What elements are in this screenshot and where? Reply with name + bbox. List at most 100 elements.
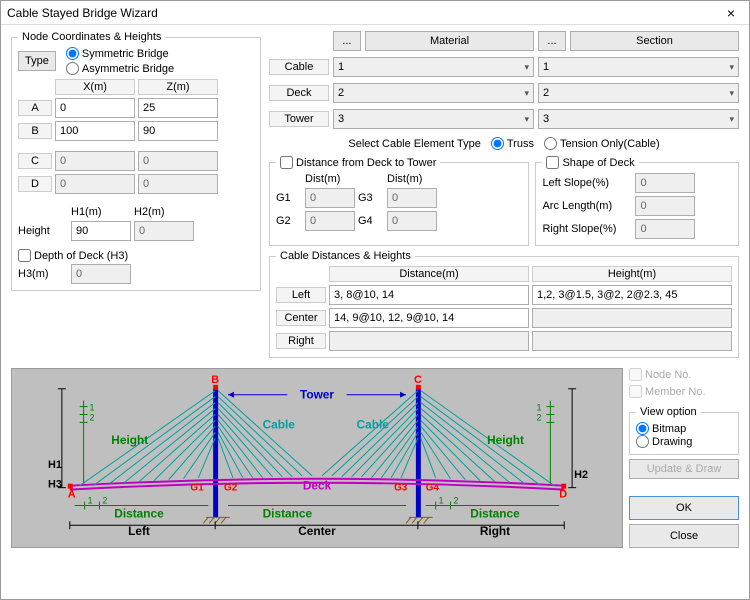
svg-text:Distance: Distance: [263, 506, 313, 520]
wizard-window: Cable Stayed Bridge Wizard × Node Coordi…: [0, 0, 750, 600]
chevron-down-icon: ▾: [524, 88, 529, 99]
h3-header: H3(m): [18, 268, 68, 280]
deck-label: Deck: [269, 85, 329, 101]
a-x-input[interactable]: [55, 98, 135, 118]
h1-input[interactable]: [71, 221, 131, 241]
svg-text:A: A: [68, 489, 76, 501]
cable-dist-legend: Cable Distances & Heights: [276, 250, 415, 262]
arc-length-input: [635, 196, 695, 216]
view-option-legend: View option: [636, 406, 701, 418]
svg-text:2: 2: [537, 412, 542, 422]
right-height-input: [532, 331, 732, 351]
deck-section-combo[interactable]: 2▾: [538, 83, 739, 103]
svg-text:Distance: Distance: [114, 506, 164, 520]
left-distance-input[interactable]: [329, 285, 529, 305]
right-distance-input: [329, 331, 529, 351]
node-no-check: Node No.: [629, 368, 739, 381]
chevron-down-icon: ▾: [729, 62, 734, 73]
asymmetric-radio[interactable]: Asymmetric Bridge: [66, 62, 174, 75]
svg-text:Cable: Cable: [357, 417, 390, 431]
tower-material-combo[interactable]: 3▾: [333, 109, 534, 129]
tower-section-combo[interactable]: 3▾: [538, 109, 739, 129]
truss-radio[interactable]: Truss: [491, 137, 534, 150]
chevron-down-icon: ▾: [524, 114, 529, 125]
tower-label: Tower: [269, 111, 329, 127]
distance-deck-tower-check[interactable]: Distance from Deck to Tower: [280, 156, 436, 169]
x-header: X(m): [55, 79, 135, 95]
c-x-input: [55, 151, 135, 171]
member-no-check: Member No.: [629, 385, 739, 398]
deck-material-combo[interactable]: 2▾: [333, 83, 534, 103]
svg-text:Tower: Tower: [300, 388, 334, 402]
center-distance-input[interactable]: [329, 308, 529, 328]
chevron-down-icon: ▾: [524, 62, 529, 73]
svg-text:Left: Left: [128, 524, 150, 538]
drawing-radio[interactable]: Drawing: [636, 435, 732, 448]
svg-text:Height: Height: [487, 433, 524, 447]
svg-text:2: 2: [453, 495, 458, 505]
shape-deck-check[interactable]: Shape of Deck: [546, 156, 634, 169]
row-b-label: B: [18, 123, 52, 139]
g4-input: [387, 211, 437, 231]
svg-text:G2: G2: [224, 483, 238, 494]
g2-input: [305, 211, 355, 231]
center-height-input: [532, 308, 732, 328]
node-coord-legend: Node Coordinates & Heights: [18, 31, 165, 43]
material-ellipsis-button[interactable]: ...: [333, 31, 361, 51]
svg-text:H3: H3: [48, 479, 62, 491]
svg-text:1: 1: [537, 403, 542, 413]
chevron-down-icon: ▾: [729, 114, 734, 125]
tension-only-radio[interactable]: Tension Only(Cable): [544, 137, 660, 150]
title-bar: Cable Stayed Bridge Wizard ×: [1, 1, 749, 25]
svg-text:G4: G4: [426, 483, 440, 494]
svg-text:B: B: [211, 374, 219, 386]
svg-text:1: 1: [90, 403, 95, 413]
row-c-label: C: [18, 153, 52, 169]
svg-text:Distance: Distance: [470, 506, 520, 520]
cable-label: Cable: [269, 59, 329, 75]
svg-text:2: 2: [102, 495, 107, 505]
svg-text:H2: H2: [574, 469, 588, 481]
right-slope-input: [635, 219, 695, 239]
section-button[interactable]: Section: [570, 31, 739, 51]
element-type-label: Select Cable Element Type: [348, 138, 480, 150]
svg-text:1: 1: [88, 495, 93, 505]
row-d-label: D: [18, 176, 52, 192]
update-draw-button: Update & Draw: [629, 459, 739, 479]
node-coord-group: Node Coordinates & Heights Type Symmetri…: [11, 31, 261, 291]
d-x-input: [55, 174, 135, 194]
window-title: Cable Stayed Bridge Wizard: [7, 1, 158, 25]
svg-text:H1: H1: [48, 459, 62, 471]
g1-input: [305, 188, 355, 208]
g3-input: [387, 188, 437, 208]
b-x-input[interactable]: [55, 121, 135, 141]
bitmap-radio[interactable]: Bitmap: [636, 422, 732, 435]
bridge-diagram: B C A D Tower Cable Cable Deck Height He…: [11, 368, 623, 548]
h3-input: [71, 264, 131, 284]
svg-text:Center: Center: [298, 524, 336, 538]
d-z-input: [138, 174, 218, 194]
cable-section-combo[interactable]: 1▾: [538, 57, 739, 77]
b-z-input[interactable]: [138, 121, 218, 141]
section-ellipsis-button[interactable]: ...: [538, 31, 566, 51]
svg-text:Height: Height: [111, 433, 148, 447]
type-button[interactable]: Type: [18, 51, 56, 71]
c-z-input: [138, 151, 218, 171]
close-icon[interactable]: ×: [719, 1, 743, 25]
close-button[interactable]: Close: [629, 524, 739, 548]
ok-button[interactable]: OK: [629, 496, 739, 520]
a-z-input[interactable]: [138, 98, 218, 118]
symmetric-radio[interactable]: Symmetric Bridge: [66, 47, 174, 60]
depth-deck-check[interactable]: Depth of Deck (H3): [18, 249, 254, 262]
svg-text:C: C: [414, 374, 422, 386]
left-height-input[interactable]: [532, 285, 732, 305]
svg-text:Deck: Deck: [303, 479, 332, 493]
h2-header: H2(m): [134, 206, 194, 218]
svg-text:G1: G1: [190, 483, 204, 494]
material-button[interactable]: Material: [365, 31, 534, 51]
left-slope-input: [635, 173, 695, 193]
cable-material-combo[interactable]: 1▾: [333, 57, 534, 77]
h2-input: [134, 221, 194, 241]
svg-text:1: 1: [439, 495, 444, 505]
row-a-label: A: [18, 100, 52, 116]
